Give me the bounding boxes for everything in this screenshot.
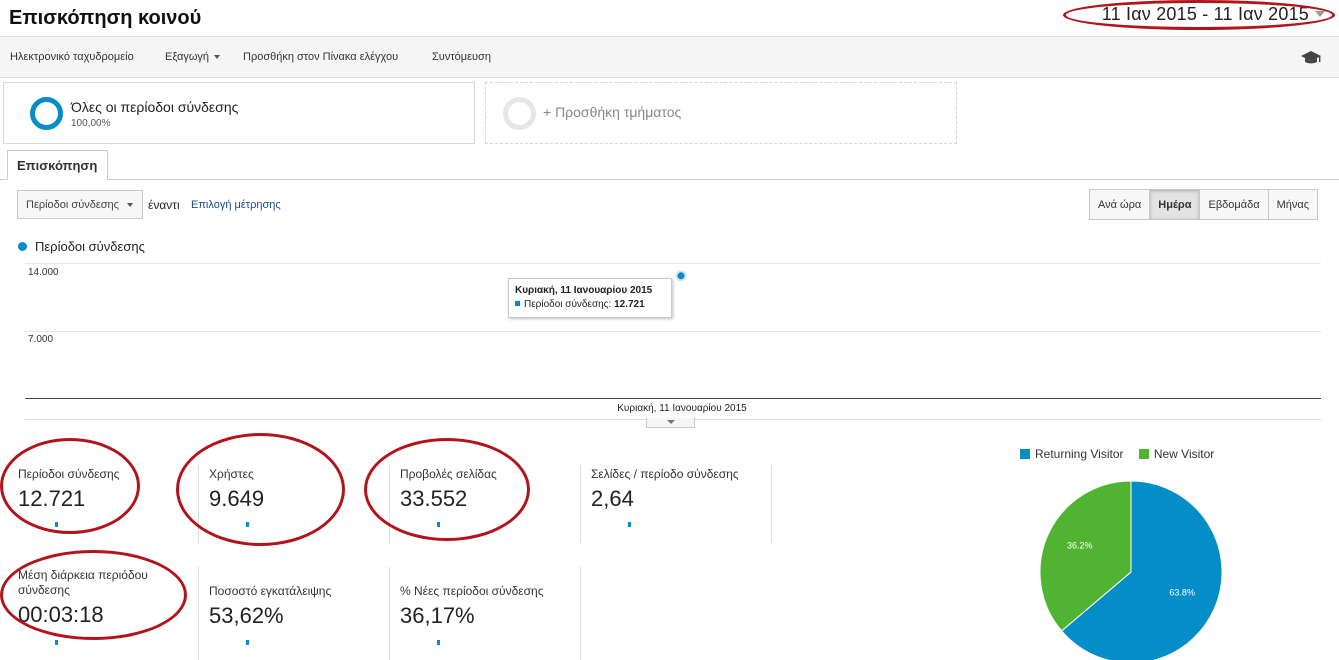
y-tick-label: 7.000: [28, 334, 54, 345]
period-button-week[interactable]: Εβδομάδα: [1199, 190, 1267, 219]
metric-value: 2,64: [591, 486, 634, 511]
highlight-oval-sessions: [0, 438, 140, 534]
sparkline: [628, 522, 631, 527]
shortcut-button[interactable]: Συντόμευση: [432, 51, 491, 63]
graduation-cap-icon[interactable]: [1301, 49, 1321, 65]
sessions-line-chart: 14.000 7.000 Κυριακή, 11 Ιανουαρίου 2015…: [0, 255, 1339, 430]
series-square-icon: [515, 300, 520, 306]
tooltip-row: Περίοδοι σύνδεσης: 12.721: [515, 299, 671, 310]
segment-ring-icon: [30, 97, 63, 130]
chart-tooltip: Κυριακή, 11 Ιανουαρίου 2015 Περίοδοι σύν…: [508, 278, 672, 318]
chevron-down-icon: [127, 203, 133, 207]
chevron-down-icon: [214, 55, 221, 60]
metric-label: Σελίδες / περίοδο σύνδεσης: [591, 467, 739, 481]
pie-slice-label: 63.8%: [1169, 588, 1195, 598]
export-button[interactable]: Εξαγωγή: [165, 51, 221, 63]
sparkline: [55, 640, 58, 645]
data-point[interactable]: [675, 270, 687, 282]
tooltip-series: Περίοδοι σύνδεσης:: [524, 299, 612, 310]
metric-select-value: Περίοδοι σύνδεσης: [26, 199, 119, 211]
sparkline: [246, 640, 249, 645]
card-divider: [580, 567, 581, 660]
tab-overview[interactable]: Επισκόπηση: [7, 150, 108, 180]
segment-ring-icon: [503, 97, 536, 130]
highlight-oval-pageviews: [364, 438, 530, 541]
period-button-hourly[interactable]: Ανά ώρα: [1090, 190, 1149, 219]
segment-percentage: 100,00%: [71, 118, 111, 129]
time-granularity-buttons: Ανά ώρα Ημέρα Εβδομάδα Μήνας: [1089, 189, 1319, 220]
chart-legend-label: Περίοδοι σύνδεσης: [35, 239, 145, 254]
email-button[interactable]: Ηλεκτρονικό ταχυδρομείο: [10, 51, 134, 63]
segment-all-sessions[interactable]: Όλες οι περίοδοι σύνδεσης 100,00%: [3, 82, 475, 144]
period-button-month[interactable]: Μήνας: [1267, 190, 1317, 219]
pie-legend-item[interactable]: Returning Visitor: [1020, 447, 1124, 461]
card-divider: [771, 465, 772, 543]
pie-legend-label: Returning Visitor: [1035, 447, 1124, 461]
pie-legend-item[interactable]: New Visitor: [1138, 447, 1215, 461]
legend-swatch-icon: [1020, 448, 1030, 459]
add-segment-label: + Προσθήκη τμήματος: [543, 104, 682, 120]
period-button-day[interactable]: Ημέρα: [1149, 190, 1200, 219]
y-tick-label: 14.000: [28, 267, 59, 278]
tooltip-value: 12.721: [614, 299, 645, 310]
highlight-oval-users: [176, 433, 345, 546]
chart-collapse-toggle[interactable]: [646, 418, 695, 428]
chart-legend: Περίοδοι σύνδεσης: [18, 239, 145, 254]
add-to-dashboard-button[interactable]: Προσθήκη στον Πίνακα ελέγχου: [243, 51, 398, 63]
metric-label: Ποσοστό εγκατάλειψης: [209, 584, 332, 598]
tab-divider: [0, 179, 1339, 180]
metric-card-pages-per-session[interactable]: Σελίδες / περίοδο σύνδεσης 2,64: [591, 467, 781, 512]
add-segment-button[interactable]: + Προσθήκη τμήματος: [485, 82, 957, 144]
segment-name: Όλες οι περίοδοι σύνδεσης: [71, 99, 239, 115]
versus-label: έναντι: [148, 198, 180, 212]
export-label: Εξαγωγή: [165, 51, 210, 63]
highlight-oval-date: [1063, 0, 1335, 30]
page-title: Επισκόπηση κοινού: [9, 7, 202, 29]
visitor-type-pie-chart: 63.8% 36.2%: [1039, 480, 1223, 660]
metric-value: 53,62%: [209, 603, 284, 628]
pie-legend: Returning Visitor New Visitor: [1020, 447, 1214, 461]
metric-label: % Νέες περίοδοι σύνδεσης: [400, 584, 544, 598]
metric-card-new-sessions[interactable]: % Νέες περίοδοι σύνδεσης 36,17%: [400, 584, 590, 629]
select-metric-link[interactable]: Επιλογή μέτρησης: [191, 199, 281, 211]
pie-legend-label: New Visitor: [1153, 447, 1215, 461]
card-divider: [580, 465, 581, 543]
report-toolbar: Ηλεκτρονικό ταχυδρομείο Εξαγωγή Προσθήκη…: [0, 37, 1339, 78]
metric-card-bounce-rate[interactable]: Ποσοστό εγκατάλειψης 53,62%: [209, 584, 399, 629]
sparkline: [437, 640, 440, 645]
tooltip-title: Κυριακή, 11 Ιανουαρίου 2015: [515, 285, 653, 296]
x-axis-label: Κυριακή, 11 Ιανουαρίου 2015: [617, 403, 747, 414]
series-dot-icon: [18, 242, 27, 252]
card-divider: [198, 567, 199, 660]
card-divider: [389, 567, 390, 660]
highlight-oval-duration: [0, 550, 187, 640]
metric-value: 36,17%: [400, 603, 475, 628]
pie-slice-label: 36.2%: [1067, 540, 1093, 550]
metric-select[interactable]: Περίοδοι σύνδεσης: [17, 190, 143, 219]
legend-swatch-icon: [1138, 448, 1149, 459]
